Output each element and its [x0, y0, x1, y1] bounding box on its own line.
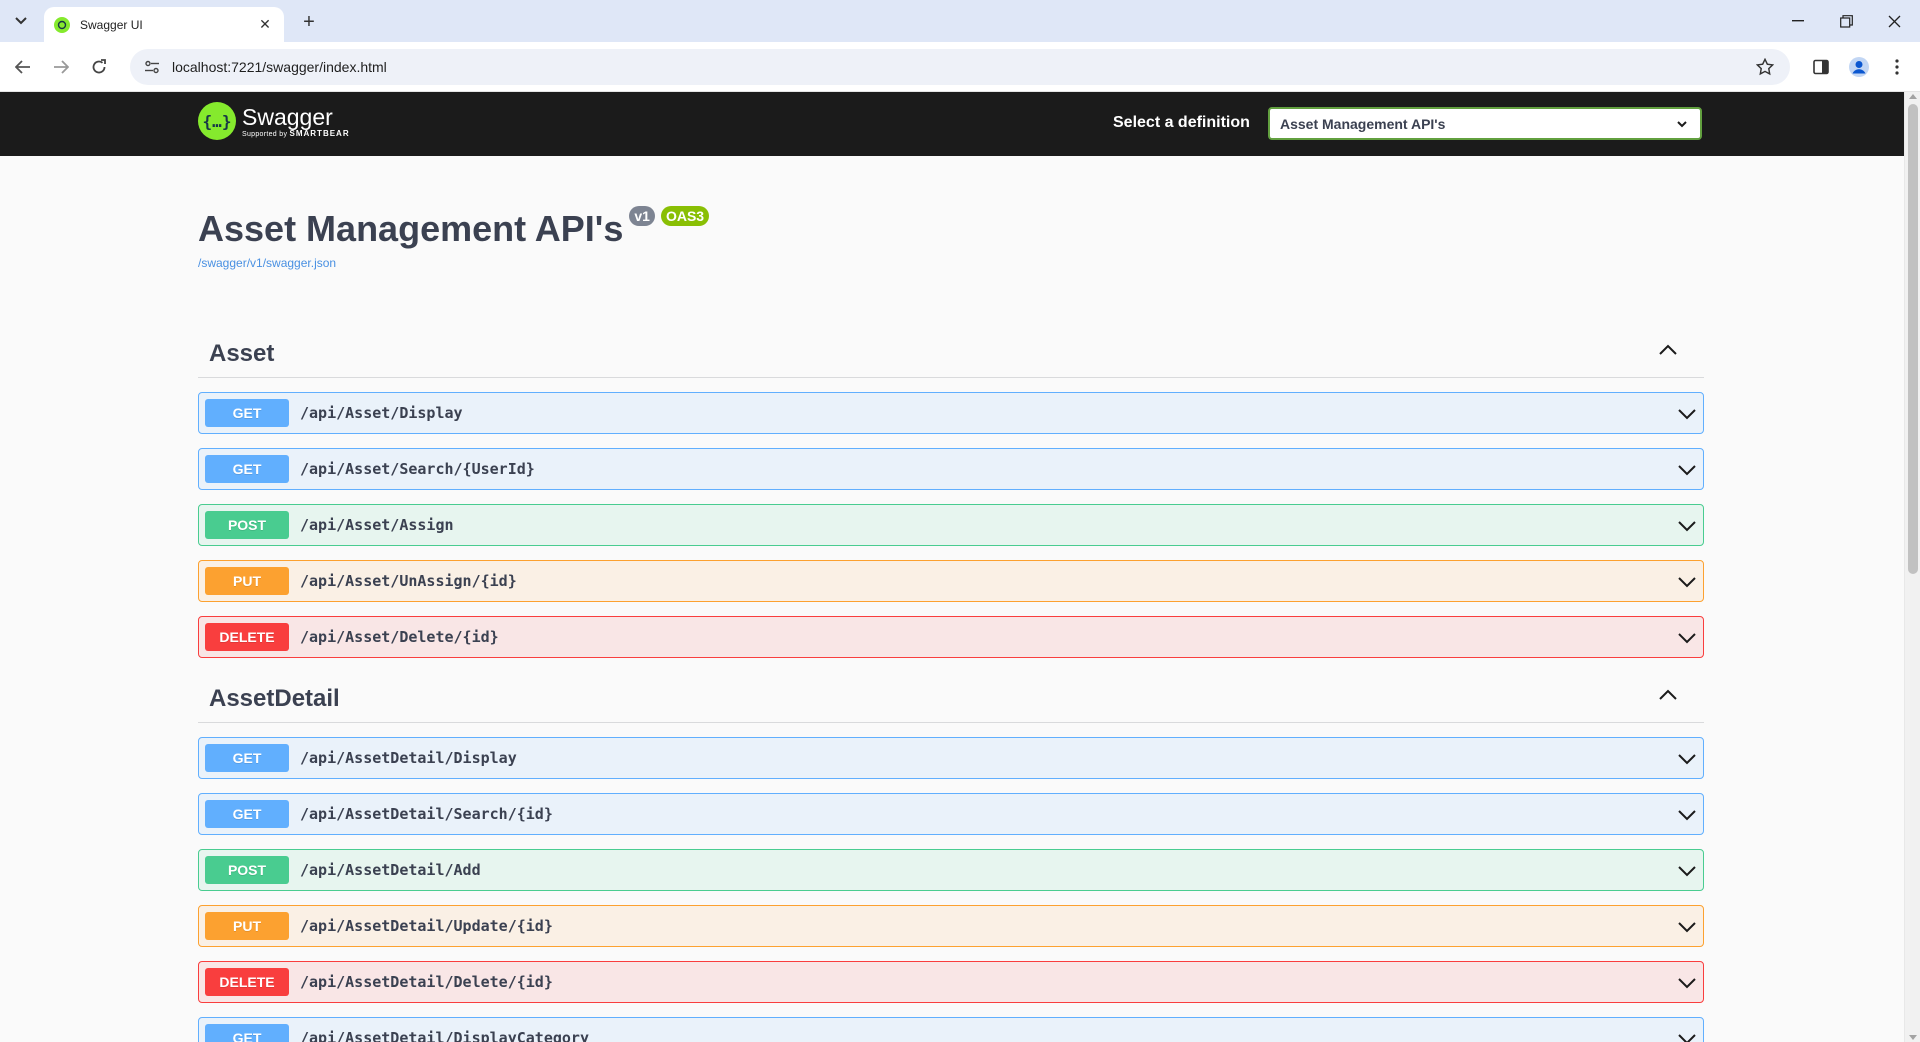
back-button[interactable] [10, 54, 36, 80]
definition-label: Select a definition [1113, 114, 1250, 131]
operation-get-asset-search[interactable]: GET /api/Asset/Search/{UserId} [198, 448, 1704, 490]
version-badge: v1 [629, 206, 655, 226]
chevron-down-icon[interactable] [1677, 1029, 1697, 1042]
method-badge: GET [205, 1024, 289, 1042]
reload-button[interactable] [86, 54, 112, 80]
operation-post-asset-assign[interactable]: POST /api/Asset/Assign [198, 504, 1704, 546]
chevron-down-icon[interactable] [1677, 973, 1697, 993]
arrow-right-icon [54, 60, 69, 74]
chevron-down-icon[interactable] [1677, 628, 1697, 648]
close-window-icon[interactable] [1870, 0, 1918, 42]
operation-path: /api/Asset/Assign [300, 516, 454, 534]
oas-badge: OAS3 [660, 206, 710, 226]
operation-path: /api/AssetDetail/Update/{id} [300, 917, 553, 935]
chevron-down-icon[interactable] [1677, 805, 1697, 825]
bookmark-star-icon[interactable] [1756, 58, 1774, 76]
chevron-down-icon[interactable] [1677, 460, 1697, 480]
chevron-down-icon[interactable] [1677, 861, 1697, 881]
scroll-down-arrow-icon[interactable] [1909, 1035, 1917, 1040]
browser-toolbar: localhost:7221/swagger/index.html [0, 42, 1920, 92]
tag-header-assetdetail[interactable]: AssetDetail [198, 673, 1704, 723]
tag-name: AssetDetail [209, 685, 340, 712]
tab-title: Swagger UI [80, 17, 143, 32]
operation-post-assetdetail-add[interactable]: POST /api/AssetDetail/Add [198, 849, 1704, 891]
api-title-row: Asset Management API's v1 OAS3 [198, 206, 1704, 250]
page-title: Asset Management API's [198, 208, 624, 249]
browser-tab[interactable]: Swagger UI ✕ [44, 7, 284, 42]
side-panel-icon[interactable] [1808, 54, 1834, 80]
url-text: localhost:7221/swagger/index.html [172, 59, 387, 75]
address-bar[interactable]: localhost:7221/swagger/index.html [130, 49, 1790, 85]
operation-get-asset-display[interactable]: GET /api/Asset/Display [198, 392, 1704, 434]
spec-json-link[interactable]: /swagger/v1/swagger.json [198, 256, 1704, 270]
close-tab-icon[interactable]: ✕ [256, 16, 274, 34]
operation-put-assetdetail-update[interactable]: PUT /api/AssetDetail/Update/{id} [198, 905, 1704, 947]
operation-put-asset-unassign[interactable]: PUT /api/Asset/UnAssign/{id} [198, 560, 1704, 602]
scrollbar-thumb[interactable] [1908, 104, 1918, 574]
logo-sub-prefix: Supported by [242, 130, 288, 138]
operation-path: /api/Asset/Delete/{id} [300, 628, 499, 646]
chevron-up-icon[interactable] [1658, 689, 1678, 701]
tag-section-asset: Asset GET /api/Asset/Display GET /api/As… [198, 328, 1704, 658]
method-badge: PUT [205, 912, 289, 940]
page-viewport: {…} Swagger Supported by SMARTBEAR Selec… [0, 92, 1920, 1042]
operation-path: /api/Asset/UnAssign/{id} [300, 572, 517, 590]
forward-button[interactable] [48, 54, 74, 80]
operation-path: /api/AssetDetail/Search/{id} [300, 805, 553, 823]
method-badge: GET [205, 455, 289, 483]
restore-icon[interactable] [1822, 0, 1870, 42]
chevron-down-icon [1677, 121, 1687, 128]
swagger-favicon-icon [54, 16, 70, 33]
operation-path: /api/AssetDetail/DisplayCategory [300, 1029, 589, 1042]
profile-avatar-icon[interactable] [1846, 54, 1872, 80]
swagger-logo-icon: {…} [198, 102, 236, 140]
chevron-down-icon[interactable] [1677, 749, 1697, 769]
chevron-down-icon [15, 17, 27, 25]
site-info-icon[interactable] [144, 59, 160, 75]
logo-name: Swagger [242, 103, 333, 130]
page-scrollbar[interactable] [1904, 92, 1920, 1042]
operation-path: /api/Asset/Search/{UserId} [300, 460, 535, 478]
tab-search-button[interactable] [9, 9, 33, 33]
definition-select-value: Asset Management API's [1280, 115, 1446, 132]
method-badge: DELETE [205, 968, 289, 996]
minimize-icon[interactable] [1774, 0, 1822, 42]
logo-subtitle: Supported by SMARTBEAR [242, 129, 350, 138]
new-tab-button[interactable]: + [296, 9, 322, 35]
arrow-left-icon [15, 60, 30, 74]
operation-get-assetdetail-displaycategory[interactable]: GET /api/AssetDetail/DisplayCategory [198, 1017, 1704, 1042]
operation-path: /api/AssetDetail/Delete/{id} [300, 973, 553, 991]
method-badge: GET [205, 800, 289, 828]
chevron-down-icon[interactable] [1677, 404, 1697, 424]
tag-section-assetdetail: AssetDetail GET /api/AssetDetail/Display… [198, 673, 1704, 1042]
operation-path: /api/AssetDetail/Display [300, 749, 517, 767]
chevron-down-icon[interactable] [1677, 572, 1697, 592]
operation-delete-assetdetail[interactable]: DELETE /api/AssetDetail/Delete/{id} [198, 961, 1704, 1003]
tag-header-asset[interactable]: Asset [198, 328, 1704, 378]
operation-get-assetdetail-display[interactable]: GET /api/AssetDetail/Display [198, 737, 1704, 779]
reload-icon [92, 59, 106, 74]
api-info: Asset Management API's v1 OAS3 /swagger/… [198, 206, 1704, 270]
definition-select[interactable]: Asset Management API's [1268, 107, 1702, 140]
browser-tab-strip: Swagger UI ✕ + [0, 0, 1920, 42]
tag-name: Asset [209, 340, 275, 367]
method-badge: POST [205, 511, 289, 539]
chevron-down-icon[interactable] [1677, 917, 1697, 937]
scroll-up-arrow-icon[interactable] [1909, 94, 1917, 99]
browser-menu-icon[interactable] [1884, 54, 1910, 80]
method-badge: DELETE [205, 623, 289, 651]
method-badge: PUT [205, 567, 289, 595]
operation-delete-asset[interactable]: DELETE /api/Asset/Delete/{id} [198, 616, 1704, 658]
chevron-down-icon[interactable] [1677, 516, 1697, 536]
method-badge: GET [205, 744, 289, 772]
swagger-logo[interactable]: {…} Swagger Supported by SMARTBEAR [198, 102, 350, 140]
logo-sub-brand: SMARTBEAR [289, 128, 350, 138]
operation-path: /api/AssetDetail/Add [300, 861, 481, 879]
operation-path: /api/Asset/Display [300, 404, 463, 422]
operation-get-assetdetail-search[interactable]: GET /api/AssetDetail/Search/{id} [198, 793, 1704, 835]
method-badge: GET [205, 399, 289, 427]
method-badge: POST [205, 856, 289, 884]
swagger-topbar: {…} Swagger Supported by SMARTBEAR Selec… [0, 92, 1920, 156]
chevron-up-icon[interactable] [1658, 344, 1678, 356]
